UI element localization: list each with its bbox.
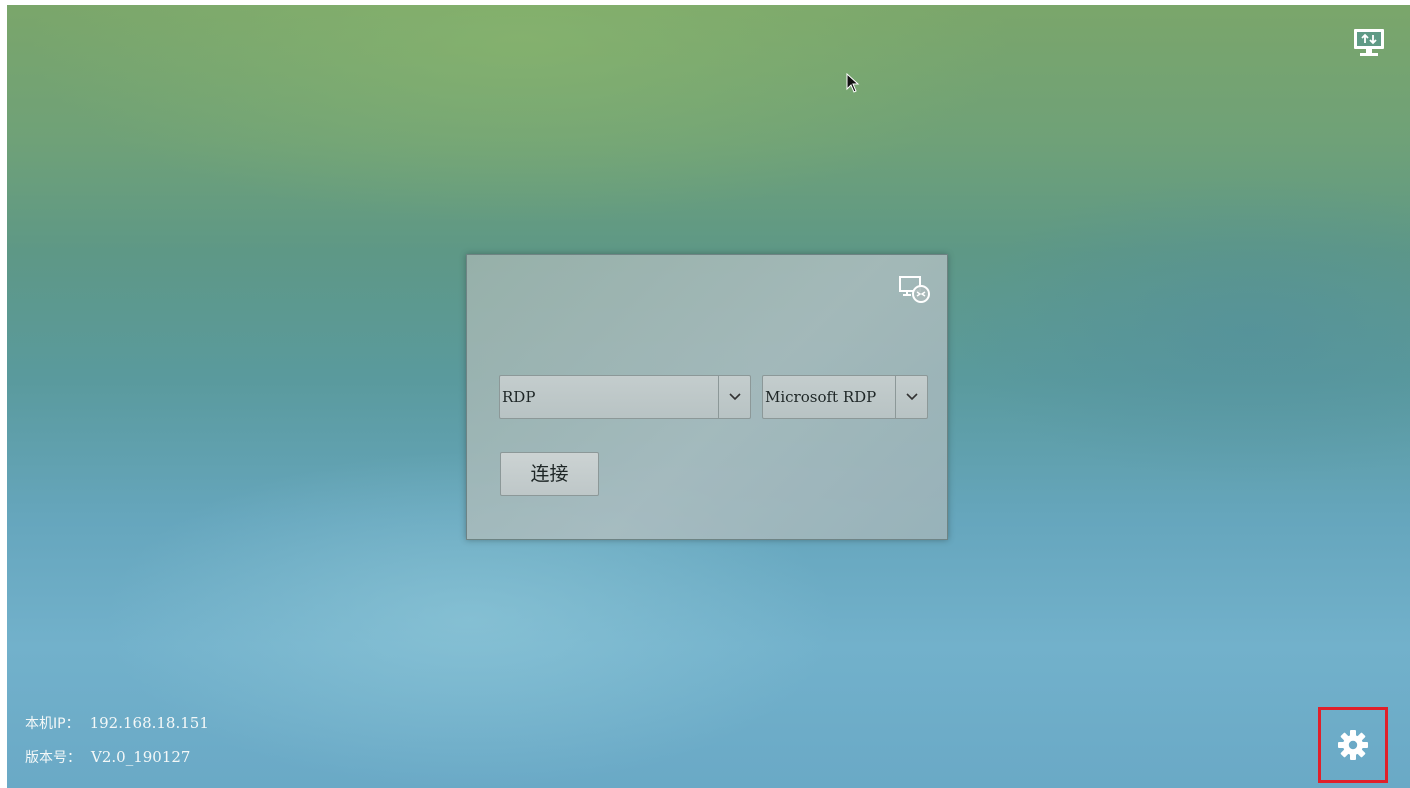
protocol-select[interactable]: RDP <box>499 375 751 419</box>
device-info: 本机IP： 192.168.18.151 版本号： V2.0_190127 <box>25 706 209 774</box>
version-label: 版本号： <box>25 750 81 766</box>
version-value: V2.0_190127 <box>91 748 191 766</box>
top-border <box>0 0 1410 5</box>
chevron-down-icon[interactable] <box>718 376 750 418</box>
remote-desktop-icon[interactable] <box>897 273 933 307</box>
ip-value: 192.168.18.151 <box>89 714 209 732</box>
client-select[interactable]: Microsoft RDP <box>762 375 928 419</box>
protocol-select-value: RDP <box>502 388 536 406</box>
ip-row: 本机IP： 192.168.18.151 <box>25 706 209 740</box>
left-border <box>0 0 7 788</box>
ip-label: 本机IP： <box>25 716 80 732</box>
settings-button[interactable] <box>1318 707 1388 783</box>
gear-icon <box>1338 730 1368 760</box>
connection-panel: RDP Microsoft RDP 连接 <box>466 254 948 540</box>
client-select-value: Microsoft RDP <box>765 388 877 406</box>
connect-button[interactable]: 连接 <box>500 452 599 496</box>
chevron-down-icon[interactable] <box>895 376 927 418</box>
version-row: 版本号： V2.0_190127 <box>25 740 209 774</box>
network-monitor-icon[interactable] <box>1352 28 1386 58</box>
mouse-cursor-icon <box>846 72 860 93</box>
desktop: RDP Microsoft RDP 连接 本机IP： 192.168.18.151… <box>0 0 1410 788</box>
